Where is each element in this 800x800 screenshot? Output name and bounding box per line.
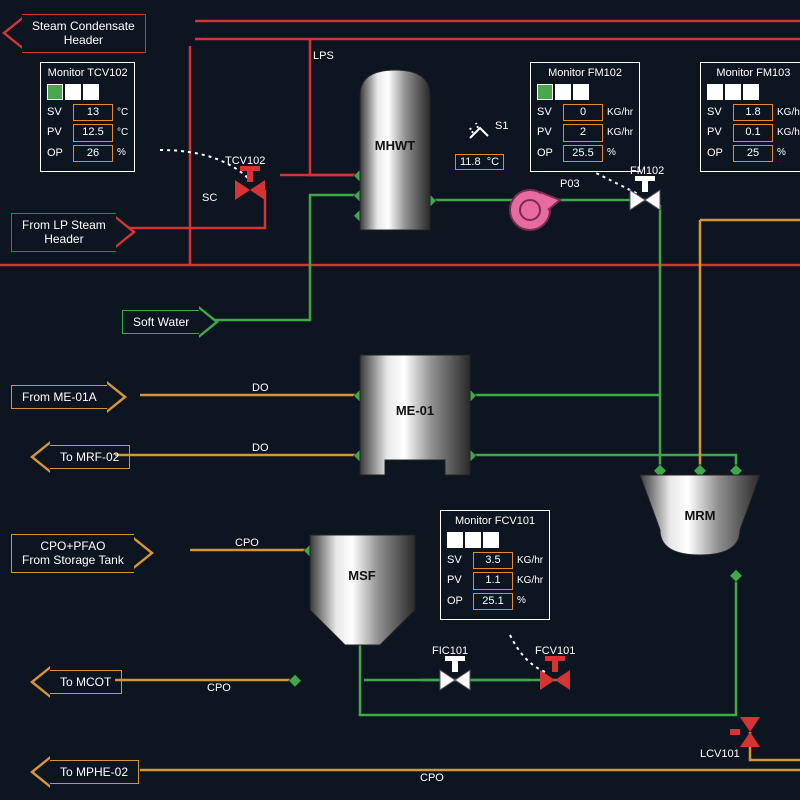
tag-fcv101: FCV101 (535, 645, 575, 657)
tag-fic101: FIC101 (432, 645, 468, 657)
tag-lps: LPS (313, 50, 334, 62)
tag-sc: SC (202, 192, 217, 204)
monitor-title: Monitor FCV101 (447, 515, 543, 528)
mrf02-arrow: To MRF-02 (30, 441, 130, 473)
tag-do: DO (252, 442, 269, 454)
mrm-label: MRM (684, 508, 715, 523)
steam-condensate-arrow: Steam Condensate Header (2, 14, 146, 53)
mcot-arrow: To MCOT (30, 666, 122, 698)
status-indicator (483, 532, 499, 548)
me01a-arrow: From ME-01A (11, 381, 127, 413)
status-indicator (83, 84, 99, 100)
status-indicator (573, 84, 589, 100)
status-indicator (555, 84, 571, 100)
status-indicator (47, 84, 63, 100)
cpo-pfao-arrow: CPO+PFAO From Storage Tank (11, 534, 154, 573)
monitor-title: Monitor FM102 (537, 67, 633, 80)
monitor-fm102[interactable]: Monitor FM102 SV0KG/hr PV2KG/hr OP25.5% (530, 62, 640, 172)
tag-cpo: CPO (420, 772, 444, 784)
me01-label: ME-01 (396, 403, 434, 418)
tag-lcv101: LCV101 (700, 748, 740, 760)
status-indicator (65, 84, 81, 100)
tag-fm102: FM102 (630, 165, 664, 177)
s1-temp: 11.8 °C (455, 154, 504, 170)
monitor-fcv101[interactable]: Monitor FCV101 SV3.5KG/hr PV1.1KG/hr OP2… (440, 510, 550, 620)
soft-water-arrow: Soft Water (122, 306, 219, 338)
mhwt-label: MHWT (375, 138, 415, 153)
status-indicator (725, 84, 741, 100)
tag-do: DO (252, 382, 269, 394)
status-indicator (465, 532, 481, 548)
monitor-tcv102[interactable]: Monitor TCV102 SV13°C PV12.5°C OP26% (40, 62, 135, 172)
status-indicator (447, 532, 463, 548)
lp-steam-arrow: From LP Steam Header (11, 213, 136, 252)
monitor-title: Monitor FM103 (707, 67, 800, 80)
mphe02-arrow: To MPHE-02 (30, 756, 139, 788)
tag-p03: P03 (560, 178, 580, 190)
msf-label: MSF (348, 568, 376, 583)
tag-tcv102: TCV102 (225, 155, 265, 167)
monitor-title: Monitor TCV102 (47, 67, 128, 80)
status-indicator (537, 84, 553, 100)
tag-cpo: CPO (235, 537, 259, 549)
tag-cpo: CPO (207, 682, 231, 694)
tag-s1: S1 (495, 120, 508, 132)
monitor-fm103[interactable]: Monitor FM103 SV1.8KG/h PV0.1KG/h OP25% (700, 62, 800, 172)
status-indicator (707, 84, 723, 100)
status-indicator (743, 84, 759, 100)
